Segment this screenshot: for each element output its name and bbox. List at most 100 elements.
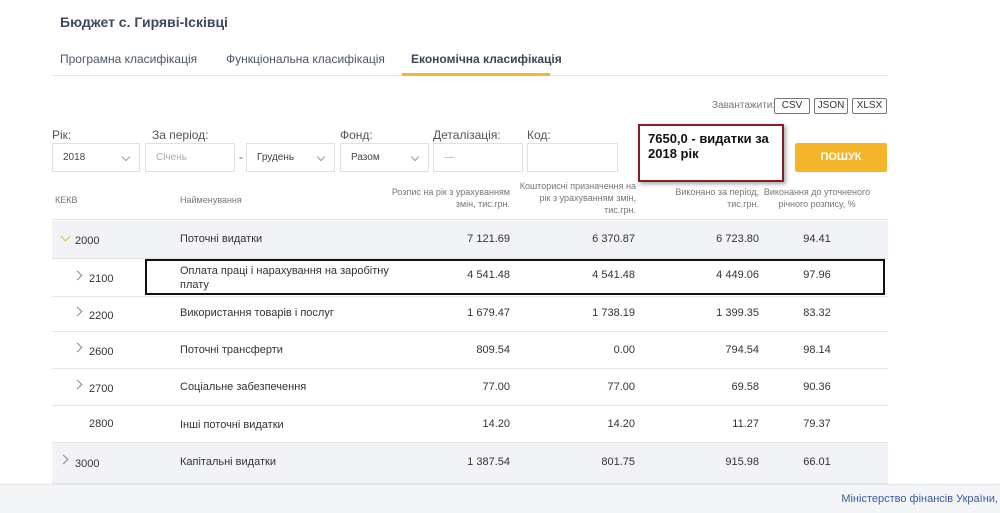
- detail-select[interactable]: —: [433, 143, 523, 172]
- period-to-value: Грудень: [257, 152, 295, 163]
- header-done: Виконано за період, тис.грн.: [639, 186, 759, 210]
- code-label: Код:: [527, 128, 551, 142]
- header-budget-line: рік з урахуванням змін,: [539, 193, 636, 203]
- row-plan: 809.54: [476, 344, 510, 356]
- header-budget: Кошторисні призначення на рік з урахуван…: [496, 180, 636, 216]
- period-label: За період:: [152, 128, 209, 142]
- period-from-select[interactable]: Січень: [145, 143, 235, 172]
- table-row[interactable]: 2600 Поточні трансферти 809.54 0.00 794.…: [52, 332, 888, 369]
- header-budget-line: Кошторисні призначення на: [519, 181, 636, 191]
- chevron-down-icon: [316, 152, 326, 162]
- header-done-line: тис.грн.: [727, 199, 759, 209]
- download-label: Завантажити:: [712, 100, 776, 111]
- download-xlsx-button[interactable]: XLSX: [852, 98, 887, 114]
- row-done: 794.54: [725, 344, 759, 356]
- chevron-down-icon: [121, 152, 131, 162]
- row-pct: 83.32: [803, 307, 831, 319]
- row-code: 2600: [89, 346, 114, 358]
- table-row[interactable]: 2200 Використання товарів і послуг 1 679…: [52, 297, 888, 332]
- row-name: Інші поточні видатки: [180, 419, 284, 431]
- header-done-line: Виконано за період,: [675, 187, 759, 197]
- row-pct: 98.14: [803, 344, 831, 356]
- row-code: 2000: [75, 235, 100, 247]
- row-name: Оплата праці і нарахування на заробітну …: [180, 264, 389, 292]
- tab-functional[interactable]: Функціональна класифікація: [226, 52, 385, 66]
- row-pct: 90.36: [803, 381, 831, 393]
- table-row[interactable]: 2100 Оплата праці і нарахування на зароб…: [52, 259, 888, 297]
- table-row[interactable]: 2000 Поточні видатки 7 121.69 6 370.87 6…: [52, 221, 888, 259]
- chevron-right-icon[interactable]: [58, 454, 69, 465]
- chevron-right-icon[interactable]: [72, 306, 83, 317]
- header-pct: Виконання до уточненого річного розпису,…: [752, 186, 882, 210]
- download-json-button[interactable]: JSON: [814, 98, 848, 114]
- header-pct-line: Виконання до уточненого: [763, 187, 871, 197]
- fund-select[interactable]: Разом: [340, 143, 429, 172]
- table-row[interactable]: 2700 Соціальне забезпечення 77.00 77.00 …: [52, 369, 888, 406]
- detail-label: Деталізація:: [433, 128, 501, 142]
- tab-economic[interactable]: Економічна класифікація: [411, 52, 562, 66]
- header-plan: Розпис на рік з урахуванням змін, тис.гр…: [350, 186, 510, 210]
- chevron-down-icon: [410, 152, 420, 162]
- chevron-right-icon[interactable]: [72, 379, 83, 390]
- footer-link[interactable]: Міністерство фінансів України,: [841, 493, 998, 505]
- row-pct: 66.01: [803, 456, 831, 468]
- download-csv-button[interactable]: CSV: [774, 98, 810, 114]
- detail-placeholder: —: [444, 152, 454, 163]
- year-select[interactable]: 2018: [52, 143, 140, 172]
- header-budget-line: тис.грн.: [604, 205, 636, 215]
- row-budget: 6 370.87: [592, 233, 635, 245]
- year-label: Рік:: [52, 128, 72, 142]
- row-done: 4 449.06: [716, 269, 759, 281]
- search-button[interactable]: ПОШУК: [795, 143, 887, 172]
- period-separator: -: [239, 150, 243, 164]
- row-budget: 14.20: [607, 418, 635, 430]
- header-pct-line: річного розпису, %: [778, 199, 856, 209]
- row-name: Поточні трансферти: [180, 344, 283, 356]
- row-pct: 97.96: [803, 269, 831, 281]
- table-header: КЕКВ Найменування Розпис на рік з урахув…: [52, 178, 888, 220]
- annotation-note: 7650,0 - видатки за 2018 рік: [638, 124, 784, 182]
- code-input[interactable]: [527, 143, 618, 172]
- row-name: Соціальне забезпечення: [180, 381, 307, 393]
- row-code: 2200: [89, 310, 114, 322]
- period-to-select[interactable]: Грудень: [246, 143, 335, 172]
- chevron-down-icon[interactable]: [60, 231, 71, 242]
- row-code: 3000: [75, 458, 100, 470]
- row-done: 915.98: [725, 456, 759, 468]
- row-code: 2100: [89, 273, 114, 285]
- row-pct: 94.41: [803, 233, 831, 245]
- chevron-right-icon[interactable]: [72, 270, 83, 281]
- header-plan-line: змін, тис.грн.: [455, 199, 510, 209]
- header-plan-line: Розпис на рік з урахуванням: [391, 187, 510, 197]
- chevron-right-icon[interactable]: [72, 342, 83, 353]
- row-name: Використання товарів і послуг: [180, 307, 334, 319]
- footer: Міністерство фінансів України,: [0, 484, 1000, 513]
- row-plan: 77.00: [482, 381, 510, 393]
- row-name: Капітальні видатки: [180, 456, 276, 468]
- row-plan: 1 679.47: [467, 307, 510, 319]
- period-from-placeholder: Січень: [156, 152, 187, 163]
- classification-tabs: Програмна класифікація Функціональна кла…: [52, 44, 888, 76]
- row-plan: 14.20: [482, 418, 510, 430]
- table-row[interactable]: 2800 Інші поточні видатки 14.20 14.20 11…: [52, 406, 888, 443]
- tab-program[interactable]: Програмна класифікація: [60, 52, 197, 66]
- row-done: 69.58: [731, 381, 759, 393]
- row-budget: 1 738.19: [592, 307, 635, 319]
- row-done: 1 399.35: [716, 307, 759, 319]
- header-code: КЕКВ: [55, 195, 78, 205]
- row-budget: 801.75: [601, 456, 635, 468]
- row-code: 2700: [89, 383, 114, 395]
- row-plan: 7 121.69: [467, 233, 510, 245]
- row-name: Поточні видатки: [180, 233, 263, 245]
- page: Бюджет с. Гиряві-Ісківці Програмна класи…: [0, 0, 1000, 513]
- row-code: 2800: [89, 418, 114, 430]
- row-pct: 79.37: [803, 418, 831, 430]
- row-done: 6 723.80: [716, 233, 759, 245]
- row-name-line: плату: [180, 279, 209, 291]
- table-row[interactable]: 3000 Капітальні видатки 1 387.54 801.75 …: [52, 443, 888, 484]
- header-name: Найменування: [180, 195, 242, 205]
- row-name-line: Оплата праці і нарахування на заробітну: [180, 265, 389, 277]
- fund-select-value: Разом: [351, 152, 380, 163]
- fund-label: Фонд:: [340, 128, 373, 142]
- page-title: Бюджет с. Гиряві-Ісківці: [60, 14, 228, 30]
